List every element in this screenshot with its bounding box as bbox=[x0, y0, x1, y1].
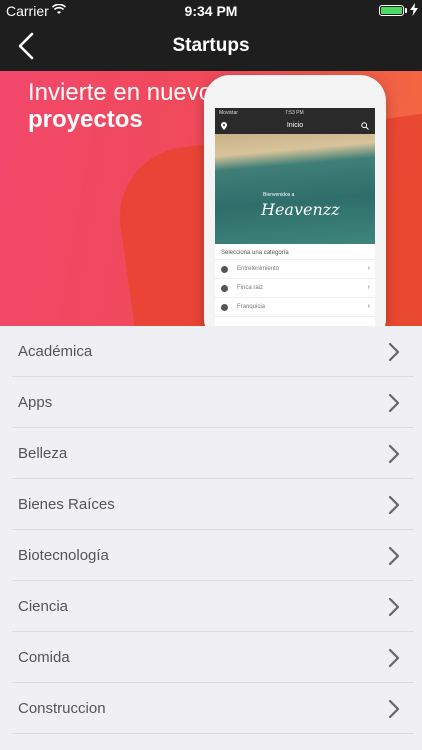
chevron-right-icon bbox=[388, 342, 400, 362]
chevron-right-icon: › bbox=[367, 303, 370, 310]
list-item-belleza[interactable]: Belleza bbox=[0, 428, 422, 479]
phone-screen: Movistar 7:53 PM Inicio Bienvenidos a He… bbox=[215, 108, 375, 326]
list-item-biotecnologia[interactable]: Biotecnología bbox=[0, 530, 422, 581]
phone-carrier: Movistar bbox=[219, 110, 238, 116]
page-title: Startups bbox=[172, 35, 250, 56]
phone-hero-caption: Bienvenidos a bbox=[263, 192, 295, 198]
category-icon bbox=[221, 285, 228, 292]
battery-icon bbox=[379, 5, 404, 16]
chevron-right-icon bbox=[388, 393, 400, 413]
phone-status-bar: Movistar 7:53 PM bbox=[215, 108, 375, 118]
list-item-label: Construccion bbox=[18, 700, 106, 717]
phone-category-label: Entretenimiento bbox=[237, 266, 280, 272]
divider bbox=[12, 733, 414, 734]
phone-nav-title: Inicio bbox=[286, 122, 304, 129]
list-item-academica[interactable]: Académica bbox=[0, 326, 422, 377]
banner-headline-line1: Invierte en nuevos bbox=[28, 79, 225, 106]
list-item-bienes-raices[interactable]: Bienes Raíces bbox=[0, 479, 422, 530]
phone-hero-brand: Heavenzz bbox=[261, 200, 340, 219]
chevron-right-icon bbox=[388, 648, 400, 668]
list-item-label: Bienes Raíces bbox=[18, 496, 115, 513]
banner-headline: Invierte en nuevos proyectos bbox=[28, 79, 224, 133]
list-item-label: Biotecnología bbox=[18, 547, 109, 564]
list-item-construccion[interactable]: Construccion bbox=[0, 683, 422, 734]
list-item-label: Ciencia bbox=[18, 598, 69, 615]
banner-headline-line2: proyectos bbox=[28, 106, 143, 133]
list-item-label: Apps bbox=[18, 394, 53, 411]
chevron-right-icon bbox=[388, 495, 400, 515]
phone-category-label: Finca raiz bbox=[237, 285, 264, 291]
phone-category-row: Franquicia › bbox=[215, 298, 375, 317]
chevron-right-icon bbox=[388, 546, 400, 566]
list-item-label: Académica bbox=[18, 343, 93, 360]
chevron-right-icon bbox=[388, 444, 400, 464]
phone-category-label: Franquicia bbox=[237, 304, 266, 310]
category-list: Académica Apps Belleza Bienes Raíces Bio… bbox=[0, 326, 422, 734]
search-icon bbox=[361, 122, 369, 130]
list-item-comida[interactable]: Comida bbox=[0, 632, 422, 683]
phone-mockup: Movistar 7:53 PM Inicio Bienvenidos a He… bbox=[204, 75, 386, 326]
promo-banner: Invierte en nuevos proyectos Movistar 7:… bbox=[0, 71, 422, 326]
category-icon bbox=[221, 266, 228, 273]
list-item-label: Belleza bbox=[18, 445, 68, 462]
list-item-ciencia[interactable]: Ciencia bbox=[0, 581, 422, 632]
list-item-apps[interactable]: Apps bbox=[0, 377, 422, 428]
chevron-right-icon: › bbox=[367, 265, 370, 272]
navigation-bar: Startups bbox=[0, 22, 422, 71]
status-time: 9:34 PM bbox=[184, 3, 238, 19]
charging-icon bbox=[410, 3, 418, 16]
chevron-right-icon: › bbox=[367, 284, 370, 291]
phone-nav-bar: Inicio bbox=[215, 118, 375, 134]
phone-category-row: Entretenimiento › bbox=[215, 260, 375, 279]
phone-hero-image: Bienvenidos a Heavenzz bbox=[215, 134, 375, 244]
status-bar: Carrier 9:34 PM bbox=[0, 0, 422, 22]
phone-category-title: Selecciona una categoría bbox=[215, 244, 375, 260]
location-pin-icon bbox=[221, 122, 227, 130]
chevron-right-icon bbox=[388, 597, 400, 617]
phone-time: 7:53 PM bbox=[285, 110, 304, 116]
battery-cap bbox=[405, 8, 407, 13]
chevron-right-icon bbox=[388, 699, 400, 719]
category-icon bbox=[221, 304, 228, 311]
phone-category-row: Finca raiz › bbox=[215, 279, 375, 298]
list-item-label: Comida bbox=[18, 649, 70, 666]
